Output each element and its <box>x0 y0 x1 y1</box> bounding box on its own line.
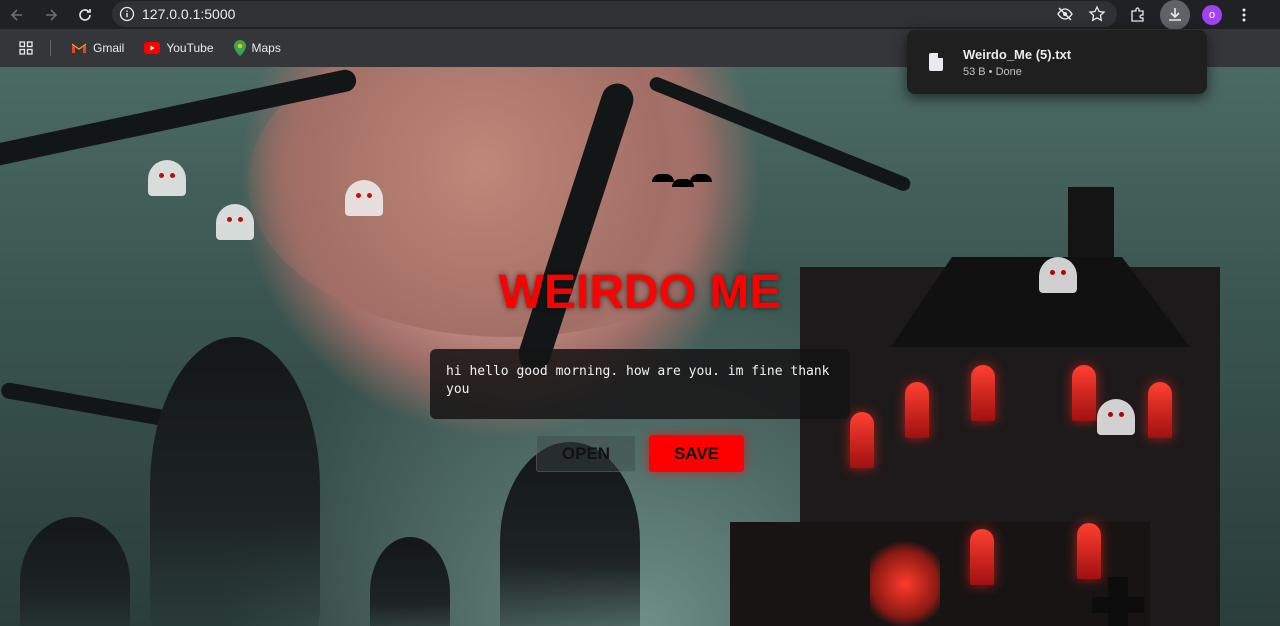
house-window <box>1148 382 1172 438</box>
arrow-left-icon <box>10 8 22 21</box>
apps-grid-icon[interactable] <box>16 38 36 58</box>
wraith-figure <box>20 517 130 626</box>
house-window <box>971 365 995 421</box>
arrow-right-icon <box>46 8 58 21</box>
extensions-icon[interactable] <box>1128 5 1148 25</box>
bat-icon <box>652 174 674 182</box>
reload-button[interactable] <box>68 0 102 29</box>
ghost-icon <box>216 204 254 240</box>
download-button[interactable] <box>1160 0 1190 30</box>
file-icon <box>929 53 943 71</box>
wraith-figure <box>370 537 450 626</box>
star-icon[interactable] <box>1087 4 1107 24</box>
house-window <box>905 382 929 438</box>
bookmark-gmail[interactable]: Gmail <box>65 37 130 59</box>
eye-off-icon[interactable] <box>1055 4 1075 24</box>
bookmark-maps[interactable]: Maps <box>228 36 287 60</box>
maps-icon <box>233 40 246 56</box>
wraith-figure <box>150 337 320 626</box>
url-text[interactable]: 127.0.0.1:5000 <box>142 6 235 22</box>
app-title: WEIRDO ME <box>498 266 782 319</box>
house-window <box>970 529 994 585</box>
back-button[interactable] <box>0 0 34 29</box>
download-bubble[interactable]: Weirdo_Me (5).txt 53 B • Done <box>907 30 1207 94</box>
bookmarks-divider <box>50 40 51 56</box>
download-filename[interactable]: Weirdo_Me (5).txt <box>963 47 1071 62</box>
youtube-icon <box>144 42 161 54</box>
download-icon <box>1169 7 1181 21</box>
reload-icon <box>79 8 91 21</box>
tree-branch <box>0 381 181 429</box>
menu-kebab-icon[interactable] <box>1234 5 1254 25</box>
address-bar[interactable]: 127.0.0.1:5000 <box>112 1 1117 27</box>
house-window <box>1077 523 1101 579</box>
ghost-icon <box>148 160 186 196</box>
grave-cross <box>1092 577 1144 626</box>
save-button[interactable]: SAVE <box>649 435 744 472</box>
site-info-icon[interactable] <box>112 6 142 22</box>
forward-button[interactable] <box>34 0 68 29</box>
ghost-icon <box>345 180 383 216</box>
house-window <box>1072 365 1096 421</box>
text-editor[interactable]: hi hello good morning. how are you. im f… <box>430 349 850 419</box>
gmail-icon <box>71 43 87 53</box>
page-viewport: WEIRDO ME hi hello good morning. how are… <box>0 67 1280 626</box>
house-window <box>850 412 874 468</box>
ghost-icon <box>1097 399 1135 435</box>
bat-icon <box>690 174 712 182</box>
browser-toolbar: 127.0.0.1:5000 o <box>0 0 1280 30</box>
open-button[interactable]: OPEN <box>536 435 636 472</box>
porch-light <box>870 542 940 626</box>
profile-avatar[interactable]: o <box>1202 4 1222 25</box>
bookmark-youtube[interactable]: YouTube <box>138 37 219 59</box>
download-status: 53 B • Done <box>963 65 1022 78</box>
